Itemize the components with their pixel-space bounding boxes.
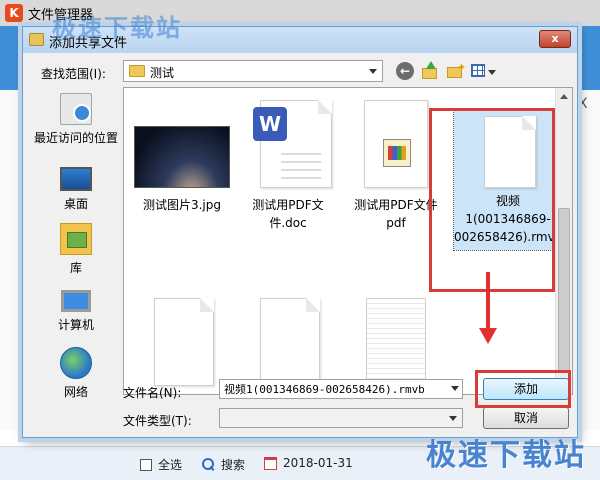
look-in-combobox[interactable]: 测试 xyxy=(123,60,383,82)
search-icon xyxy=(202,458,215,471)
chevron-down-icon xyxy=(369,69,377,74)
chevron-down-icon xyxy=(451,386,459,391)
places-bar: 最近访问的位置 桌面 库 计算机 网络 xyxy=(31,89,121,399)
highlight-box-selected-file xyxy=(429,108,555,292)
chevron-down-icon xyxy=(449,416,457,421)
place-label: 桌面 xyxy=(63,197,88,211)
grid-view-icon xyxy=(471,64,485,77)
new-folder-button[interactable]: ✦ xyxy=(446,61,467,80)
date-picker[interactable]: 2018-01-31 xyxy=(264,456,353,470)
sparkle-icon: ✦ xyxy=(457,61,467,74)
word-document-icon: W xyxy=(253,100,332,188)
file-type-select[interactable] xyxy=(219,408,463,428)
look-in-label: 查找范围(I): xyxy=(41,67,106,81)
file-name: 测试图片3.jpg xyxy=(142,198,222,212)
arrow-up-icon xyxy=(426,61,436,69)
pdf-document-icon xyxy=(364,100,428,188)
file-name-input[interactable] xyxy=(219,379,463,399)
file-type-label: 文件类型(T): xyxy=(123,414,192,428)
network-icon xyxy=(60,347,92,379)
place-label: 计算机 xyxy=(57,318,94,332)
select-all-label: 全选 xyxy=(158,458,183,472)
desktop-icon xyxy=(60,167,92,191)
search-button[interactable]: 搜索 xyxy=(202,456,245,473)
video-file-icon xyxy=(260,298,320,386)
video-file-icon xyxy=(154,298,214,386)
place-recent-locations[interactable]: 最近访问的位置 xyxy=(31,93,121,146)
cancel-button[interactable]: 取消 xyxy=(483,407,569,429)
vertical-scrollbar[interactable] xyxy=(555,88,572,394)
place-desktop[interactable]: 桌面 xyxy=(31,163,121,212)
file-name-dropdown[interactable] xyxy=(447,379,463,399)
folder-icon xyxy=(422,68,437,79)
view-menu-button[interactable] xyxy=(471,62,497,80)
highlight-box-add-button xyxy=(475,370,571,408)
scroll-up-icon[interactable] xyxy=(560,94,568,99)
file-name-label: 文件名(N): xyxy=(123,386,182,400)
place-label: 最近访问的位置 xyxy=(33,131,118,145)
computer-icon xyxy=(61,290,91,312)
pdf-preview-icon xyxy=(383,139,411,167)
library-icon xyxy=(60,223,92,255)
background-close-icon[interactable]: X xyxy=(578,96,588,112)
date-label: 2018-01-31 xyxy=(283,456,353,470)
search-label: 搜索 xyxy=(221,458,246,472)
image-thumbnail xyxy=(134,126,230,188)
app-logo-icon: K xyxy=(5,4,23,22)
calendar-icon xyxy=(264,456,277,470)
recent-places-icon xyxy=(60,93,92,125)
watermark-top: 极速下载站 xyxy=(52,14,182,42)
watermark-bottom: 极速下载站 xyxy=(426,438,586,473)
dialog-close-button[interactable]: x xyxy=(539,30,571,48)
file-name: 测试用PDF文件.doc xyxy=(252,198,324,230)
place-label: 库 xyxy=(69,261,82,275)
folder-icon xyxy=(129,65,145,77)
file-item[interactable]: W 测试用PDF文件.doc xyxy=(238,98,338,258)
arrow-down-icon xyxy=(479,328,497,344)
select-all-checkbox[interactable]: 全选 xyxy=(140,456,182,473)
up-folder-button[interactable] xyxy=(421,61,439,80)
word-badge-icon: W xyxy=(253,107,287,141)
place-network[interactable]: 网络 xyxy=(31,347,121,400)
place-computer[interactable]: 计算机 xyxy=(31,285,121,333)
chevron-down-icon xyxy=(488,70,496,75)
annotation-arrow xyxy=(486,272,490,332)
scroll-thumb[interactable] xyxy=(558,208,570,372)
place-library[interactable]: 库 xyxy=(31,223,121,276)
checkbox-icon[interactable] xyxy=(140,458,152,471)
file-item[interactable]: 测试图片3.jpg xyxy=(132,98,232,258)
back-button[interactable]: ← xyxy=(396,62,414,80)
place-label: 网络 xyxy=(63,385,88,399)
look-in-value: 测试 xyxy=(150,66,175,80)
folder-icon xyxy=(29,33,44,46)
text-file-icon xyxy=(366,298,426,386)
